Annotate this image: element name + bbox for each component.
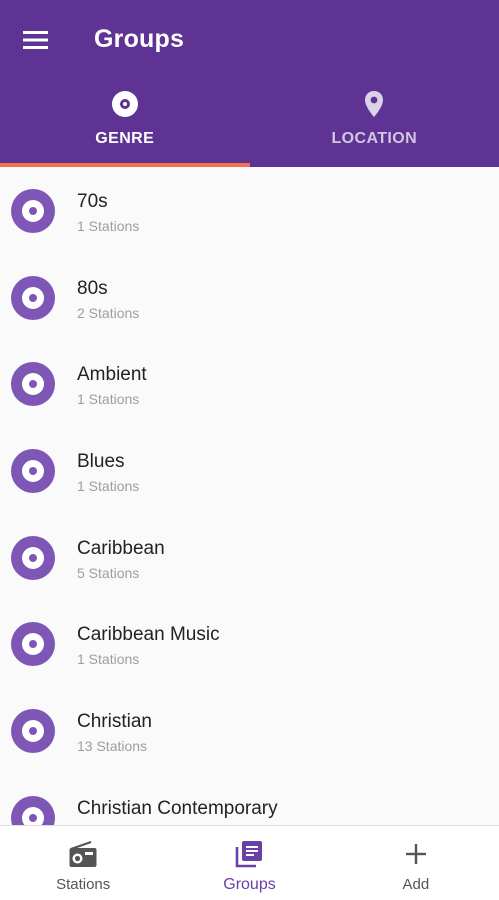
tab-location-label: LOCATION [331, 130, 418, 147]
album-icon [11, 622, 55, 667]
album-icon [11, 189, 55, 233]
menu-button[interactable] [0, 0, 74, 80]
group-name: 70s [77, 191, 108, 212]
group-name: Blues [77, 451, 125, 473]
library-icon [234, 839, 264, 869]
nav-groups[interactable]: Groups [166, 826, 332, 900]
plus-icon [403, 839, 429, 869]
nav-add[interactable]: Add [333, 826, 499, 900]
station-count: 1 Stations [77, 478, 140, 495]
station-count: 13 Stations [77, 738, 148, 755]
list-item[interactable]: Christian 13 Stations [0, 687, 499, 774]
tab-bar: GENRE LOCATION [0, 80, 499, 167]
album-icon [11, 449, 55, 494]
album-icon [11, 362, 55, 407]
radio-icon [68, 839, 98, 869]
album-icon [111, 90, 139, 118]
group-list[interactable]: 70s 1 Stations 80s 2 Stations Ambient 1 Sta… [0, 167, 499, 825]
group-name: Caribbean [77, 537, 165, 559]
app-bar: Groups GENRE LOCATION [0, 0, 499, 167]
group-name: Caribbean Music [77, 624, 220, 646]
bottom-navigation: Stations Groups Add [0, 825, 499, 900]
tab-genre[interactable]: GENRE [0, 80, 250, 167]
list-item[interactable]: 80s 2 Stations [0, 254, 499, 341]
list-item[interactable]: Blues 1 Stations [0, 427, 499, 514]
group-name: Christian Contemporary [77, 797, 278, 819]
nav-stations[interactable]: Stations [0, 826, 166, 900]
album-icon [11, 795, 55, 825]
tab-location[interactable]: LOCATION [250, 80, 499, 167]
nav-groups-label: Groups [223, 876, 276, 893]
menu-icon [23, 31, 48, 49]
station-count: 1 Stations [77, 218, 140, 234]
list-item[interactable]: 70s 1 Stations [0, 167, 499, 254]
album-icon [11, 709, 55, 754]
list-item[interactable]: Christian Contemporary [0, 774, 499, 825]
nav-stations-label: Stations [56, 876, 111, 893]
group-name: Christian [77, 711, 152, 733]
list-item[interactable]: Caribbean Music 1 Stations [0, 600, 499, 687]
nav-add-label: Add [402, 876, 430, 893]
station-count: 2 Stations [77, 304, 140, 321]
album-icon [11, 535, 55, 580]
tab-genre-label: GENRE [95, 130, 155, 147]
station-count: 1 Stations [77, 391, 140, 408]
page-title: Groups [94, 24, 185, 53]
list-item[interactable]: Ambient 1 Stations [0, 340, 499, 427]
station-count: 5 Stations [77, 564, 140, 581]
station-count: 1 Stations [77, 651, 140, 668]
group-name: 80s [77, 277, 108, 299]
group-name: Ambient [77, 364, 147, 386]
album-icon [11, 275, 55, 320]
list-item[interactable]: Caribbean 5 Stations [0, 514, 499, 601]
location-pin-icon [363, 90, 385, 118]
toolbar: Groups [0, 0, 499, 80]
